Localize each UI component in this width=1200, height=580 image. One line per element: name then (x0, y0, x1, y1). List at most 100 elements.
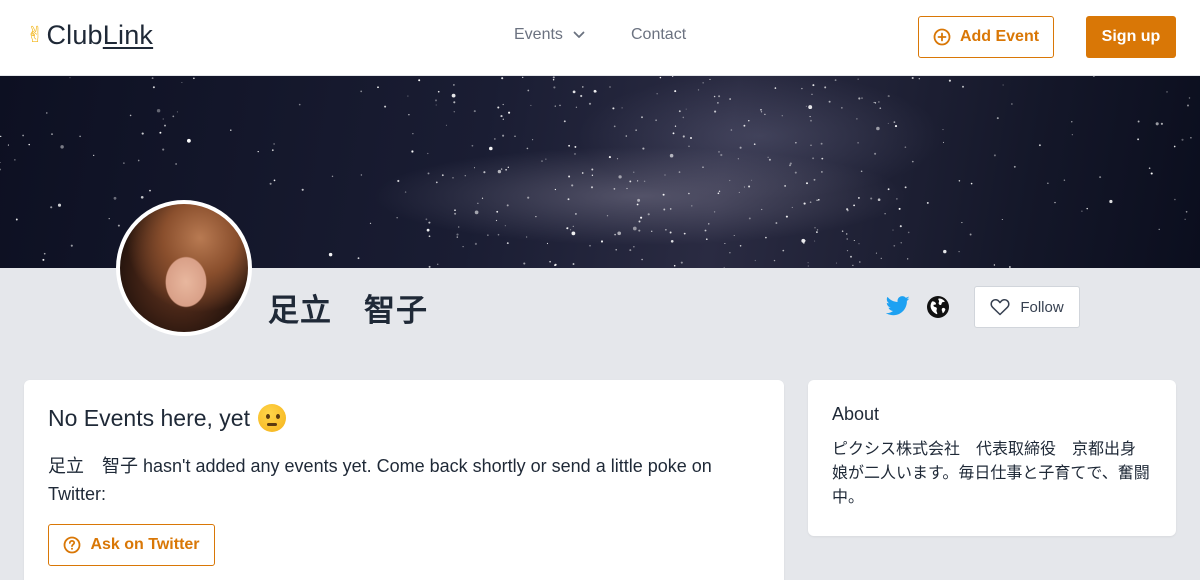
star (612, 107, 615, 110)
star (474, 210, 479, 215)
star (572, 90, 576, 94)
star (738, 191, 740, 193)
star (828, 100, 831, 103)
star (807, 262, 809, 264)
star (723, 266, 725, 268)
star (569, 229, 572, 231)
star (496, 210, 499, 213)
star (554, 263, 557, 266)
star (525, 236, 528, 238)
star (505, 169, 507, 171)
star (907, 231, 910, 234)
star (79, 135, 81, 138)
nav-events-label: Events (514, 26, 563, 43)
star (591, 168, 594, 171)
star (724, 242, 726, 245)
star (678, 171, 681, 173)
star (663, 208, 666, 211)
star (875, 252, 877, 254)
star (689, 136, 693, 140)
star (141, 132, 144, 135)
star (464, 175, 466, 177)
star (748, 120, 750, 122)
star (434, 99, 438, 102)
star (1137, 120, 1140, 123)
star (1188, 97, 1191, 99)
star (682, 135, 685, 138)
star (665, 229, 667, 231)
star (451, 93, 456, 98)
star (754, 259, 756, 262)
clublink-logo[interactable]: ✌ ClubLink (26, 20, 153, 51)
signup-button[interactable]: Sign up (1086, 16, 1176, 58)
star (546, 242, 549, 245)
star (541, 160, 543, 162)
star (629, 180, 632, 183)
star (811, 93, 813, 95)
star (737, 158, 739, 160)
star (425, 218, 428, 221)
about-card: About ピクシス株式会社 代表取締役 京都出身 娘が二人います。毎日仕事と子… (808, 380, 1176, 536)
star (487, 234, 489, 236)
star (1155, 122, 1159, 126)
star (553, 86, 556, 89)
star (768, 158, 771, 161)
star (0, 161, 1, 164)
star (428, 265, 431, 268)
nav-events-dropdown[interactable]: Events (514, 26, 585, 44)
star (357, 257, 360, 260)
star (621, 107, 623, 109)
website-link[interactable] (926, 295, 950, 324)
star (618, 175, 622, 179)
star (870, 197, 873, 200)
star (853, 239, 855, 242)
star (574, 153, 576, 155)
star (887, 188, 890, 191)
star (453, 101, 456, 104)
events-card: No Events here, yet 足立 智子 hasn't added a… (24, 380, 784, 580)
star (857, 78, 859, 80)
star (456, 236, 459, 238)
star (767, 156, 769, 158)
star (453, 84, 455, 86)
star (606, 215, 609, 217)
star (846, 209, 849, 212)
star (751, 179, 753, 181)
star (1137, 138, 1140, 141)
star (858, 97, 861, 100)
star (502, 118, 504, 120)
star (814, 240, 816, 242)
star (0, 135, 2, 138)
star (495, 219, 498, 222)
star (948, 79, 951, 82)
star (500, 168, 503, 170)
star (527, 89, 530, 92)
star (705, 238, 708, 241)
star (858, 243, 860, 245)
star (874, 152, 877, 155)
star (887, 95, 890, 98)
star (647, 213, 650, 216)
star (907, 258, 909, 260)
twitter-link[interactable] (885, 295, 910, 322)
star (1158, 228, 1160, 231)
star (600, 240, 604, 243)
star (669, 153, 674, 158)
ask-on-twitter-button[interactable]: Ask on Twitter (48, 524, 215, 566)
follow-label: Follow (1020, 298, 1064, 316)
star (877, 198, 881, 202)
star (685, 108, 687, 110)
nav-contact-link[interactable]: Contact (631, 26, 686, 44)
star (360, 174, 363, 176)
star (640, 216, 643, 219)
add-event-button[interactable]: Add Event (918, 16, 1054, 58)
star (552, 76, 555, 79)
ask-on-twitter-label: Ask on Twitter (90, 536, 200, 553)
star (22, 134, 24, 137)
star (873, 101, 875, 104)
star (435, 104, 437, 106)
star (814, 227, 816, 229)
follow-button[interactable]: Follow (974, 286, 1080, 328)
star (609, 86, 611, 88)
star (717, 192, 720, 195)
